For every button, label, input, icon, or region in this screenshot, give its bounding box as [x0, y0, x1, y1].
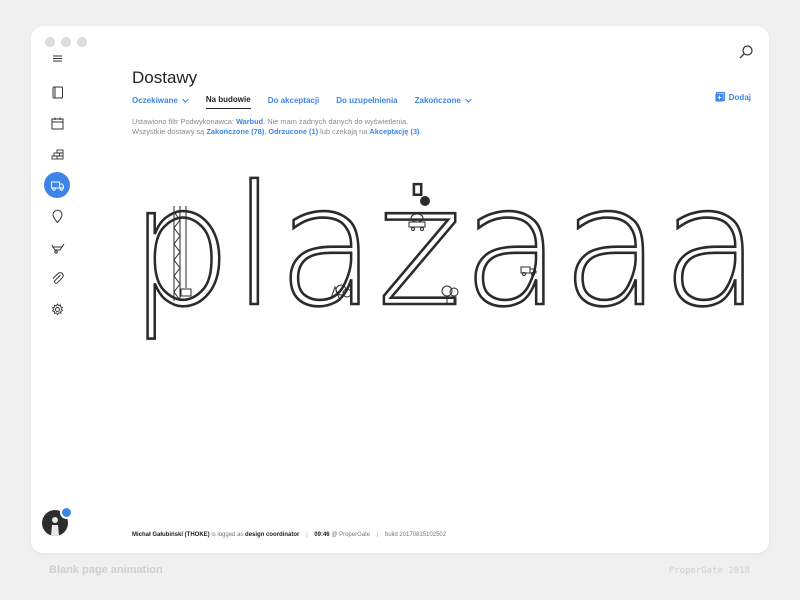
footer-user: Michał Gałubiński (THOKE) — [132, 532, 210, 538]
info-line-1: Ustawiono filtr Podwykonawca: Warbud. Ni… — [132, 117, 422, 127]
tab-label: Oczekiwane — [132, 95, 178, 105]
bricks-icon — [51, 149, 63, 159]
sidebar-item-deliveries[interactable] — [44, 172, 70, 198]
link-rejected[interactable]: Odrzucone (1) — [268, 127, 318, 136]
footer-company: @ ProperGate — [329, 532, 371, 538]
notification-badge[interactable] — [60, 506, 73, 519]
truck-icon — [50, 181, 64, 191]
search-button[interactable] — [738, 44, 754, 60]
chevron-down-icon — [465, 98, 472, 103]
book-icon — [52, 86, 63, 98]
sidebar-item-attachments[interactable] — [44, 265, 70, 291]
window-close-dot[interactable] — [45, 37, 55, 47]
map-pin-icon — [51, 209, 63, 223]
window-minimize-dot[interactable] — [61, 37, 71, 47]
hamburger-icon — [52, 55, 62, 61]
sidebar-item-location[interactable] — [44, 203, 70, 229]
info-text: Wszystkie dostawy są — [132, 127, 207, 136]
filter-value[interactable]: Warbud — [236, 117, 263, 126]
tab-bar: Oczekiwane Na budowie Do akceptacji Do u… — [132, 95, 489, 109]
tab-label: Do akceptacji — [267, 95, 320, 105]
info-text: . Nie mam żadnych danych do wyświetlenia… — [263, 117, 409, 126]
sidebar-item-settings[interactable] — [44, 296, 70, 322]
caption-right: ProperGate 2018 — [668, 566, 750, 576]
info-text: . — [419, 127, 422, 136]
sidebar-item-bricks[interactable] — [44, 141, 70, 167]
info-message: Ustawiono filtr Podwykonawca: Warbud. Ni… — [132, 117, 422, 137]
sidebar-item-book[interactable] — [44, 79, 70, 105]
info-text: Ustawiono filtr Podwykonawca: — [132, 117, 236, 126]
link-acceptance[interactable]: Akceptację (3) — [369, 127, 419, 136]
window-controls — [45, 37, 87, 47]
footer-time: 09:46 — [314, 532, 330, 538]
tab-do-uzupelnienia[interactable]: Do uzupełnienia — [336, 95, 397, 109]
add-button[interactable]: Dodaj — [715, 92, 751, 102]
info-text: lub czekają na — [318, 127, 370, 136]
footer-build: build 20170815102502 — [385, 532, 447, 538]
footer-separator: | — [376, 532, 379, 538]
status-footer: Michał Gałubiński (THOKE) is logged as d… — [132, 532, 446, 538]
calendar-icon — [51, 117, 63, 129]
add-button-label: Dodaj — [728, 92, 751, 102]
tab-label: Do uzupełnienia — [336, 95, 398, 105]
caption-left: Blank page animation — [49, 564, 163, 576]
search-icon — [739, 45, 753, 59]
empty-state-illustration: plażaaa — [121, 146, 769, 356]
empty-state-art: plażaaa — [128, 150, 763, 346]
tab-na-budowie[interactable]: Na budowie — [205, 95, 251, 109]
wheelbarrow-icon — [51, 243, 64, 254]
sidebar-item-equipment[interactable] — [44, 234, 70, 260]
kropka-dot — [420, 196, 430, 206]
tab-oczekiwane[interactable]: Oczekiwane — [132, 95, 189, 109]
chevron-down-icon — [181, 98, 189, 103]
link-completed[interactable]: Zakończone (78) — [206, 127, 264, 136]
sidebar — [42, 49, 72, 327]
user-avatar-wrap[interactable] — [42, 506, 73, 540]
footer-text: is logged as — [209, 532, 246, 538]
tab-label: Na budowie — [205, 95, 251, 104]
add-document-icon — [715, 92, 725, 102]
window-zoom-dot[interactable] — [77, 37, 87, 47]
footer-separator: | — [306, 532, 308, 538]
tab-zakonczone[interactable]: Zakończone — [415, 95, 472, 109]
sidebar-item-menu[interactable] — [44, 49, 70, 67]
tab-label: Zakończone — [414, 95, 461, 105]
footer-role: design coordinator — [245, 532, 300, 538]
app-window: Dostawy Oczekiwane Na budowie Do akcepta… — [31, 26, 769, 553]
info-line-2: Wszystkie dostawy są Zakończone (78), Od… — [132, 127, 422, 137]
paperclip-icon — [52, 271, 64, 284]
page-title: Dostawy — [132, 68, 198, 87]
sidebar-item-calendar[interactable] — [44, 110, 70, 136]
empty-state-wordmark: plażaaa — [129, 151, 761, 344]
gear-icon — [51, 302, 63, 315]
tab-do-akceptacji[interactable]: Do akceptacji — [268, 95, 320, 109]
